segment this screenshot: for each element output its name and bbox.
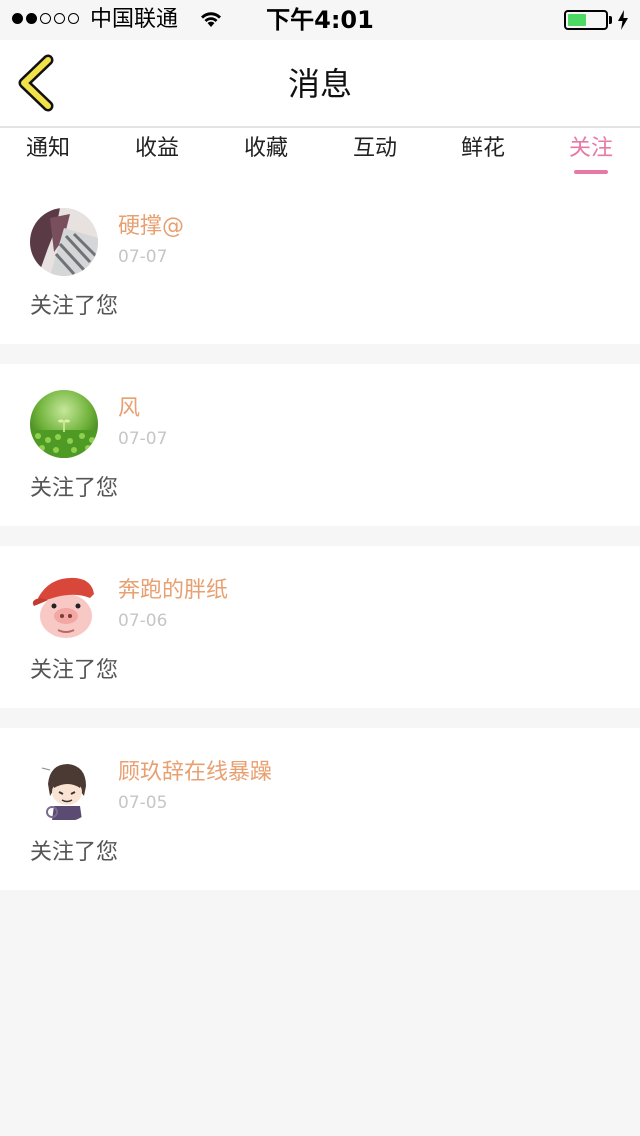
navigation-bar: 消息 [0, 40, 640, 128]
clock: 下午4:01 [266, 6, 374, 34]
tab-interactions[interactable]: 互动 [320, 134, 430, 164]
tab-label: 收藏 [243, 136, 288, 161]
tab-label: 互动 [352, 136, 397, 161]
list-item[interactable]: 奔跑的胖纸 07-06 关注了您 [0, 546, 640, 708]
battery-icon [564, 10, 608, 30]
tab-following[interactable]: 关注 [536, 134, 640, 174]
green-sprout-avatar-icon [30, 390, 98, 458]
date-label: 07-07 [118, 429, 168, 449]
list-item[interactable]: 顾玖辞在线暴躁 07-05 关注了您 [0, 728, 640, 890]
message-text: 关注了您 [30, 476, 119, 501]
tab-notifications[interactable]: 通知 [0, 134, 103, 164]
cartoon-pig-avatar-icon [30, 572, 98, 640]
photo-avatar-icon [30, 208, 98, 276]
tab-label: 鲜花 [460, 136, 505, 161]
username[interactable]: 硬撑@ [118, 212, 184, 242]
date-label: 07-06 [118, 611, 168, 631]
anime-boy-avatar-icon [30, 754, 98, 822]
message-text: 关注了您 [30, 294, 119, 319]
username[interactable]: 顾玖辞在线暴躁 [118, 758, 272, 788]
tab-earnings[interactable]: 收益 [102, 134, 212, 164]
date-label: 07-07 [118, 247, 168, 267]
avatar[interactable] [30, 572, 98, 640]
tab-label: 收益 [134, 136, 179, 161]
username[interactable]: 奔跑的胖纸 [118, 576, 228, 606]
battery-tip [609, 16, 612, 24]
tab-label: 通知 [25, 136, 70, 161]
tab-label: 关注 [568, 136, 613, 161]
message-text: 关注了您 [30, 658, 119, 683]
tab-flowers[interactable]: 鲜花 [428, 134, 538, 164]
tab-bar: 通知 收益 收藏 互动 鲜花 关注 [0, 128, 640, 182]
avatar[interactable] [30, 390, 98, 458]
avatar[interactable] [30, 208, 98, 276]
status-bar: 中国联通 下午4:01 [0, 0, 640, 40]
list-item[interactable]: 风 07-07 关注了您 [0, 364, 640, 526]
charging-bolt-icon [618, 10, 628, 30]
date-label: 07-05 [118, 793, 168, 813]
active-tab-indicator [574, 170, 608, 174]
avatar[interactable] [30, 754, 98, 822]
page-title: 消息 [287, 65, 352, 103]
list-item[interactable]: 硬撑@ 07-07 关注了您 [0, 182, 640, 344]
message-text: 关注了您 [30, 840, 119, 865]
tab-favorites[interactable]: 收藏 [211, 134, 321, 164]
username[interactable]: 风 [118, 394, 140, 424]
